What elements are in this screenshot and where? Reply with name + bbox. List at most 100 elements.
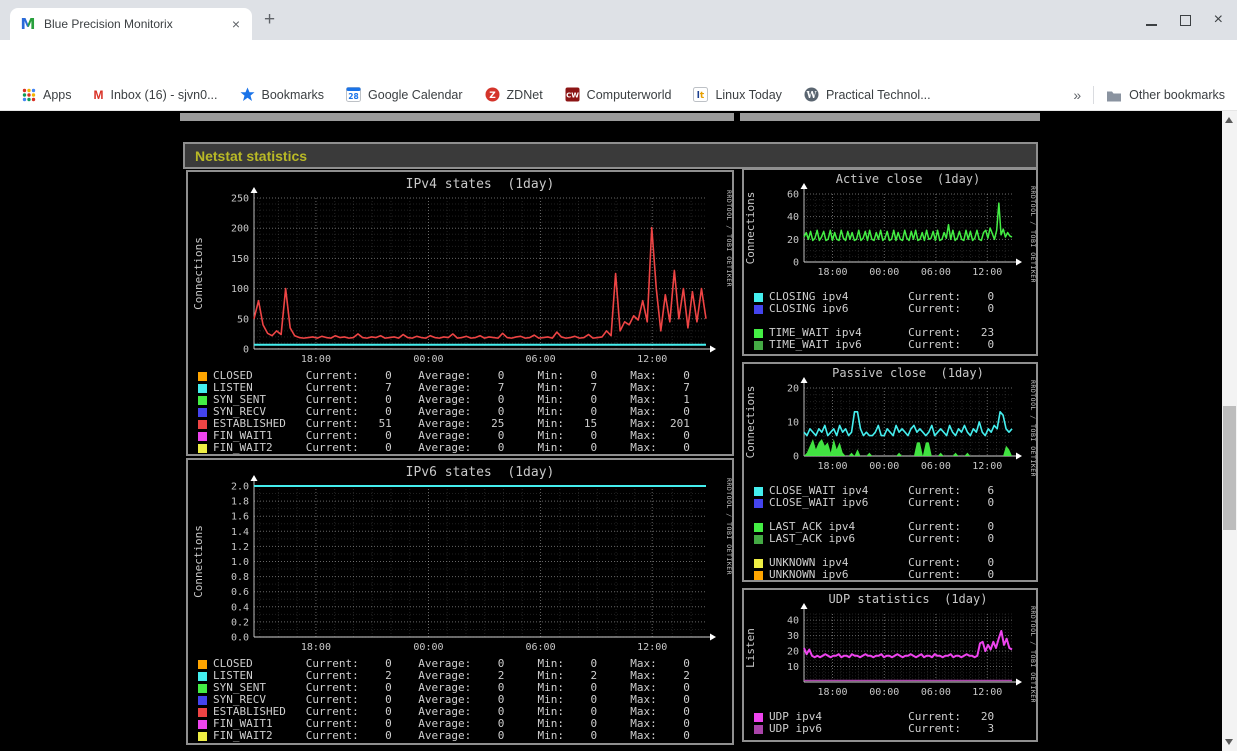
graph-passive-close[interactable]: 0 10 20 18:00 00:00 06:00 12:00 Passive close (… <box>742 362 1038 582</box>
svg-text:18:00: 18:00 <box>817 461 847 472</box>
bookmark-bookmarks[interactable]: Bookmarks <box>240 87 324 102</box>
svg-text:00:00: 00:00 <box>413 642 443 653</box>
svg-text:Listen: Listen <box>744 628 757 668</box>
bookmarks-overflow-icon[interactable]: » <box>1073 87 1081 103</box>
previous-section-edge-right <box>740 113 1040 121</box>
legend-swatch <box>754 340 763 350</box>
scroll-down-icon[interactable] <box>1225 739 1233 745</box>
page-scrollbar[interactable] <box>1222 111 1237 751</box>
graph-ipv6-states[interactable]: 0.0 0.2 0.4 0.6 0.8 1.0 1.2 1.4 1.6 1.8 2.0 18:00 00… <box>186 458 734 745</box>
svg-text:1.0: 1.0 <box>231 557 249 568</box>
svg-text:06:00: 06:00 <box>526 642 556 653</box>
svg-text:RRDTOOL / TOBI OETIKER: RRDTOOL / TOBI OETIKER <box>1029 606 1036 702</box>
svg-text:20: 20 <box>787 647 799 658</box>
svg-text:Connections: Connections <box>744 192 757 265</box>
svg-text:30: 30 <box>787 631 799 642</box>
graph-udp-statistics[interactable]: 10 20 30 40 18:00 00:00 06:00 12:00 UDP statisti… <box>742 588 1038 742</box>
svg-text:18:00: 18:00 <box>301 354 331 365</box>
graph-active-close[interactable]: 0 20 40 60 18:00 00:00 06:00 12:00 Active close … <box>742 168 1038 356</box>
wordpress-icon: W <box>804 87 819 102</box>
legend-swatch <box>754 570 763 580</box>
computerworld-icon: CW <box>565 87 580 102</box>
svg-text:CW: CW <box>566 92 579 100</box>
bookmark-zdnet[interactable]: Z ZDNet <box>485 87 543 102</box>
svg-text:W: W <box>805 91 817 101</box>
svg-text:12:00: 12:00 <box>637 642 667 653</box>
svg-text:00:00: 00:00 <box>869 267 899 278</box>
svg-text:IPv4 states (1day): IPv4 states (1day) <box>406 177 555 192</box>
legend-swatch <box>198 671 207 681</box>
svg-text:RRDTOOL / TOBI OETIKER: RRDTOOL / TOBI OETIKER <box>1029 186 1036 282</box>
bookmark-inbox[interactable]: M Inbox (16) - sjvn0... <box>94 88 218 102</box>
legend-swatch <box>198 443 207 453</box>
legend-row-text: TIME_WAIT ipv6 Current: 0 <box>769 338 995 351</box>
svg-text:Connections: Connections <box>192 525 205 598</box>
svg-text:M: M <box>21 16 36 32</box>
svg-text:00:00: 00:00 <box>869 461 899 472</box>
linux-today-icon: lt <box>693 87 709 102</box>
scroll-up-icon[interactable] <box>1225 117 1233 123</box>
legend-swatch <box>754 522 763 532</box>
svg-text:20: 20 <box>787 235 799 246</box>
monitorix-page: Netstat statistics 0 50 100 150 200 250 18:00 0… <box>0 111 1222 751</box>
udp-statistics-chart: 10 20 30 40 18:00 00:00 06:00 12:00 UDP statisti… <box>744 592 1036 702</box>
legend-swatch <box>198 419 207 429</box>
legend-swatch <box>754 712 763 722</box>
svg-text:2.0: 2.0 <box>231 482 249 493</box>
bookmark-practical-technology[interactable]: W Practical Technol... <box>804 87 931 102</box>
legend-swatch <box>754 304 763 314</box>
window-maximize-icon[interactable] <box>1179 14 1191 26</box>
ipv4-states-chart: 0 50 100 150 200 250 18:00 00:00 06:00 12:00 IPv4 … <box>192 177 732 365</box>
svg-text:10: 10 <box>787 418 799 429</box>
svg-text:20: 20 <box>787 384 799 395</box>
window-close-icon[interactable]: × <box>1214 12 1223 28</box>
legend-swatch <box>198 695 207 705</box>
window-minimize-icon[interactable] <box>1145 24 1157 26</box>
tab-strip: M Blue Precision Monitorix × + × <box>0 0 1237 40</box>
ipv6-states-chart: 0.0 0.2 0.4 0.6 0.8 1.0 1.2 1.4 1.6 1.8 2.0 18:00 00… <box>192 465 732 653</box>
legend-swatch <box>754 328 763 338</box>
legend-swatch <box>754 486 763 496</box>
svg-text:10: 10 <box>787 662 799 673</box>
browser-tab[interactable]: M Blue Precision Monitorix × <box>10 8 252 40</box>
bookmark-linux-today[interactable]: lt Linux Today <box>693 87 782 102</box>
scrollbar-thumb[interactable] <box>1223 406 1236 530</box>
star-icon <box>240 87 254 101</box>
apps-grid-icon <box>22 88 36 101</box>
folder-icon <box>1107 91 1122 101</box>
legend-swatch <box>754 498 763 508</box>
bookmark-google-calendar[interactable]: 28 Google Calendar <box>346 87 463 102</box>
legend-row-text: FIN_WAIT2 Current: 0 Average: 0 Min: 0 M… <box>213 441 690 454</box>
graph-ipv4-states[interactable]: 0 50 100 150 200 250 18:00 00:00 06:00 12:00 IPv4 … <box>186 170 734 456</box>
legend-row-text: CLOSE_WAIT ipv6 Current: 0 <box>769 496 995 509</box>
other-bookmarks[interactable]: Other bookmarks <box>1106 88 1225 102</box>
bookmark-computerworld[interactable]: CW Computerworld <box>565 87 671 102</box>
legend-swatch <box>198 371 207 381</box>
svg-text:0: 0 <box>793 452 799 463</box>
svg-text:06:00: 06:00 <box>526 354 556 365</box>
svg-text:150: 150 <box>231 254 249 265</box>
calendar-icon: 28 <box>346 87 362 102</box>
legend-row-text: CLOSING ipv6 Current: 0 <box>769 302 995 315</box>
new-tab-button[interactable]: + <box>264 9 275 31</box>
legend-row-text: FIN_WAIT2 Current: 0 Average: 0 Min: 0 M… <box>213 729 690 742</box>
tab-title: Blue Precision Monitorix <box>44 17 173 31</box>
legend-swatch <box>198 395 207 405</box>
legend-row-text: LAST_ACK ipv6 Current: 0 <box>769 532 995 545</box>
bookmark-apps[interactable]: Apps <box>22 88 72 102</box>
active-close-legend: CLOSING ipv4 Current: 0 CLOSING ipv6 Curr… <box>744 282 1036 351</box>
legend-swatch <box>198 383 207 393</box>
legend-swatch <box>754 724 763 734</box>
legend-swatch <box>198 407 207 417</box>
svg-text:1.2: 1.2 <box>231 542 249 553</box>
svg-text:0.8: 0.8 <box>231 572 249 583</box>
svg-text:06:00: 06:00 <box>921 267 951 278</box>
tab-close-icon[interactable]: × <box>230 17 242 31</box>
active-close-chart: 0 20 40 60 18:00 00:00 06:00 12:00 Active close … <box>744 172 1036 282</box>
svg-text:0.2: 0.2 <box>231 617 249 628</box>
svg-text:250: 250 <box>231 194 249 205</box>
udp-statistics-legend: UDP ipv4 Current: 20 UDP ipv6 Current: 3 <box>744 702 1036 735</box>
svg-text:Passive close (1day): Passive close (1day) <box>832 366 984 380</box>
legend-swatch <box>198 707 207 717</box>
svg-text:IPv6 states (1day): IPv6 states (1day) <box>406 465 555 480</box>
